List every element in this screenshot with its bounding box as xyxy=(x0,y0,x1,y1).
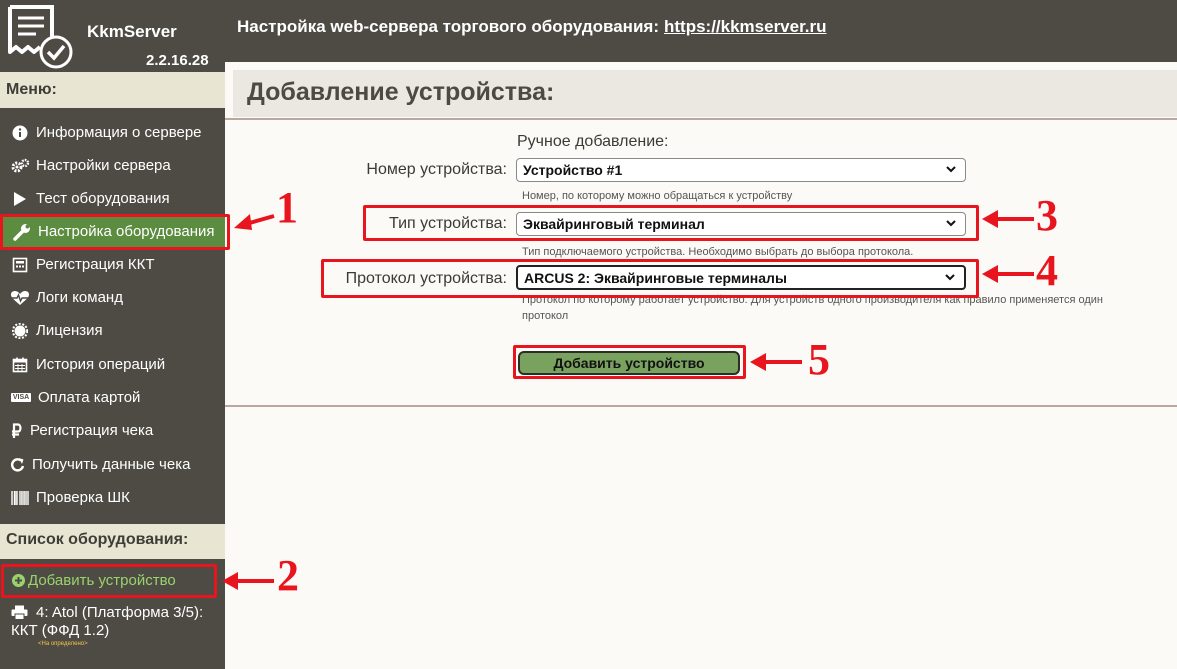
sidebar-item-license[interactable]: Лицензия xyxy=(0,314,225,347)
form-bottom-divider xyxy=(225,405,1177,407)
annotation-number-4: 4 xyxy=(1036,246,1058,295)
refresh-icon xyxy=(10,457,26,473)
device-list-item[interactable]: 4: Atol (Платформа 3/5): ККТ (ФФД 1.2) <… xyxy=(11,604,216,648)
sidebar-item-label: Информация о сервере xyxy=(36,124,202,141)
annotation-box-5 xyxy=(513,345,746,379)
annotation-number-3: 3 xyxy=(1036,191,1058,240)
visa-card-icon: VISA xyxy=(10,393,32,402)
manual-add-heading: Ручное добавление: xyxy=(517,133,669,150)
gears-icon xyxy=(10,158,30,174)
sidebar-item-label: Лицензия xyxy=(36,322,103,339)
device-type-hint: Тип подключаемого устройства. Необходимо… xyxy=(522,246,914,258)
page-title: Добавление устройства: xyxy=(247,78,555,106)
sidebar-item-equipment-test[interactable]: Тест оборудования xyxy=(0,182,225,215)
menu-heading: Меню: xyxy=(0,72,232,108)
sidebar-item-label: Регистрация ККТ xyxy=(36,256,155,273)
device-name-line1: 4: Atol (Платформа 3/5): xyxy=(36,604,204,621)
app-name: KkmServer xyxy=(87,22,177,41)
annotation-arrow-3 xyxy=(982,210,1034,228)
play-icon xyxy=(10,191,30,207)
equipment-list-heading: Список оборудования: xyxy=(0,524,232,559)
annotation-number-1: 1 xyxy=(276,183,298,232)
sidebar-item-label: Получить данные чека xyxy=(32,456,191,473)
sidebar-item-receipt-registration[interactable]: Регистрация чека xyxy=(0,414,225,447)
heartbeat-icon xyxy=(10,290,30,306)
sidebar-item-label: Настройки сервера xyxy=(36,157,171,174)
chevron-down-icon xyxy=(946,166,956,173)
device-number-label: Номер устройства: xyxy=(366,161,507,178)
printer-icon xyxy=(11,605,28,620)
barcode-icon xyxy=(10,490,30,506)
receipt-check-logo-icon xyxy=(8,5,73,69)
calendar-icon xyxy=(10,357,30,373)
annotation-box-2 xyxy=(1,564,217,598)
title-divider xyxy=(225,118,1177,120)
sidebar-item-operation-history[interactable]: История операций xyxy=(0,348,225,381)
sidebar-item-barcode-check[interactable]: Проверка ШК xyxy=(0,481,225,514)
sidebar-item-card-payment[interactable]: VISA Оплата картой xyxy=(0,381,225,414)
device-status: <На определено> xyxy=(38,641,88,647)
sidebar-item-server-info[interactable]: Информация о сервере xyxy=(0,116,225,149)
ruble-icon xyxy=(10,422,24,439)
device-number-value: Устройство #1 xyxy=(523,162,623,178)
sidebar-item-command-logs[interactable]: Логи команд xyxy=(0,281,225,314)
sidebar-item-label: Оплата картой xyxy=(38,389,141,406)
sidebar-item-label: История операций xyxy=(36,356,166,373)
sidebar-item-server-settings[interactable]: Настройки сервера xyxy=(0,149,225,182)
annotation-number-5: 5 xyxy=(808,335,830,384)
device-number-select[interactable]: Устройство #1 xyxy=(516,158,966,182)
header-title-text: Настройка web-сервера торгового оборудов… xyxy=(237,17,659,36)
sidebar-item-label: Проверка ШК xyxy=(36,489,130,506)
device-name-line2: ККТ (ФФД 1.2) xyxy=(11,622,110,639)
annotation-arrow-2 xyxy=(222,572,274,590)
sidebar-item-get-receipt[interactable]: Получить данные чека xyxy=(0,448,225,481)
sidebar-item-kkt-registration[interactable]: Регистрация ККТ xyxy=(0,248,225,281)
annotation-arrow-1 xyxy=(234,214,275,230)
device-number-hint: Номер, по которому можно обращаться к ус… xyxy=(522,190,793,202)
sidebar-item-label: Логи команд xyxy=(36,289,123,306)
page-title-bar: Добавление устройства: xyxy=(233,70,1177,117)
info-icon xyxy=(10,125,30,141)
header-bar: KkmServer 2.2.16.28 Настройка web-сервер… xyxy=(0,0,1177,70)
annotation-number-2: 2 xyxy=(277,551,299,600)
annotation-box-1 xyxy=(0,214,230,250)
annotation-box-4 xyxy=(321,259,979,298)
sidebar-item-label: Регистрация чека xyxy=(30,422,154,439)
header-site-link[interactable]: https://kkmserver.ru xyxy=(664,17,827,36)
app-version: 2.2.16.28 xyxy=(146,52,209,69)
annotation-arrow-4 xyxy=(982,265,1034,283)
annotation-arrow-5 xyxy=(750,353,802,371)
sidebar-item-label: Тест оборудования xyxy=(36,190,170,207)
device-protocol-hint-line2: протокол xyxy=(522,310,569,322)
calculator-icon xyxy=(10,257,30,273)
annotation-box-3 xyxy=(363,205,979,241)
header-title: Настройка web-сервера торгового оборудов… xyxy=(237,17,827,37)
certificate-icon xyxy=(10,322,30,339)
